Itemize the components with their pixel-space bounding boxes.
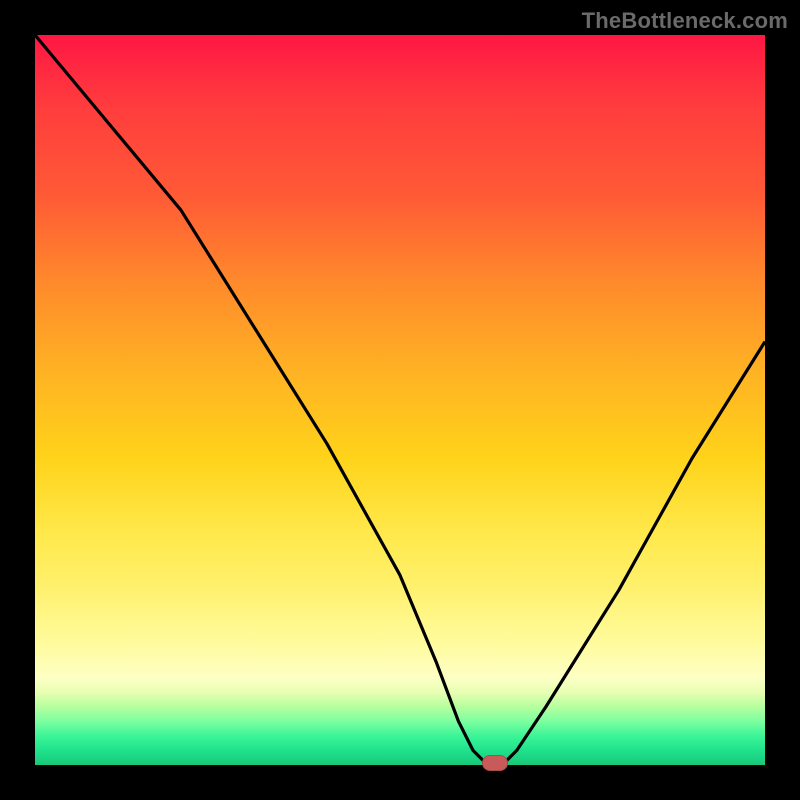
- chart-frame: TheBottleneck.com: [0, 0, 800, 800]
- attribution-text: TheBottleneck.com: [582, 8, 788, 34]
- bottleneck-curve: [35, 35, 765, 765]
- plot-area: [35, 35, 765, 765]
- optimal-point-marker: [482, 755, 508, 771]
